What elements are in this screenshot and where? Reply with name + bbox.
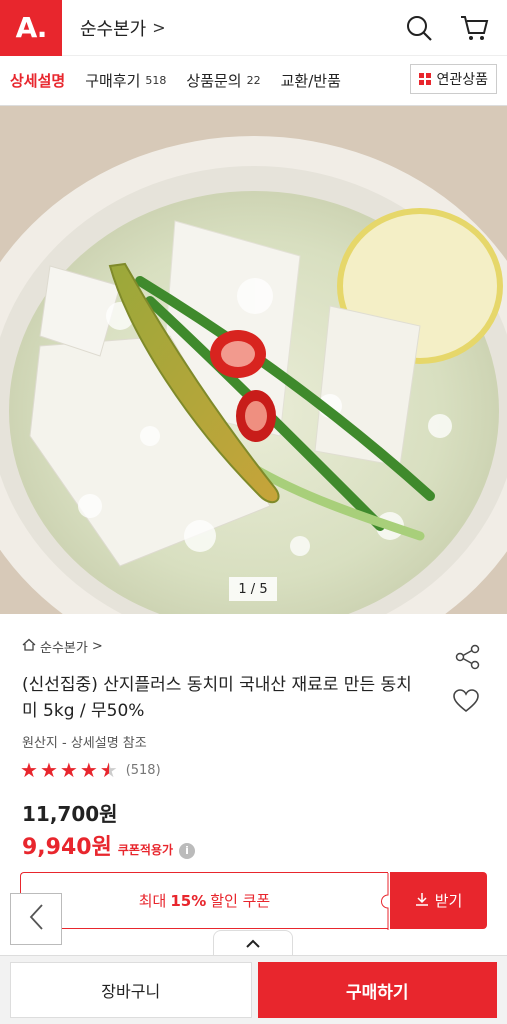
coupon-applied-label: 쿠폰적용가 — [117, 843, 174, 857]
coupon-notch — [381, 873, 389, 930]
top-header: A. 순수본가 > — [0, 0, 507, 56]
share-icon[interactable] — [455, 644, 481, 674]
star-icon: ★ — [79, 758, 98, 782]
chevron-right-icon: > — [91, 639, 103, 654]
info-icon[interactable]: i — [179, 842, 196, 859]
image-page-indicator: 1 / 5 — [229, 577, 277, 601]
coupon-prefix: 최대 — [138, 892, 167, 910]
chevron-left-icon — [28, 903, 44, 935]
home-icon — [22, 638, 36, 655]
tab-label: 상세설명 — [10, 72, 66, 90]
bottom-action-bar: 장바구니 구매하기 — [0, 955, 507, 1024]
app-logo[interactable]: A. — [0, 0, 62, 56]
star-icon: ★ — [59, 758, 78, 782]
store-name: 순수본가 — [80, 18, 147, 40]
coupon-banner[interactable]: 최대 15% 할인 쿠폰 — [20, 872, 389, 930]
cart-icon[interactable] — [459, 14, 489, 42]
coupon-suffix: 할인 쿠폰 — [210, 892, 271, 910]
chevron-right-icon: > — [152, 18, 166, 37]
expand-handle[interactable] — [213, 930, 293, 956]
tab-count: 518 — [145, 74, 167, 87]
rating-stars[interactable]: ★ ★ ★ ★ ★ (518) — [20, 760, 161, 780]
sale-price-row: 9,940원 쿠폰적용가 i — [22, 829, 196, 861]
sale-price: 9,940원 — [22, 835, 112, 860]
tab-label: 상품문의 — [186, 72, 242, 90]
star-icon: ★ — [20, 758, 38, 782]
origin-info: 원산지 - 상세설명 참조 — [22, 736, 147, 751]
tab-label: 교환/반품 — [280, 72, 341, 90]
tab-exchange-return[interactable]: 교환/반품 — [271, 56, 351, 105]
grid-icon — [419, 73, 432, 85]
coupon-percent: 15% — [170, 891, 207, 910]
coupon-get-label: 받기 — [434, 892, 463, 910]
tab-label: 구매후기 — [85, 72, 141, 90]
breadcrumb[interactable]: 순수본가 > — [22, 637, 103, 656]
chevron-up-icon — [245, 934, 261, 953]
product-image-carousel[interactable] — [0, 106, 507, 614]
related-products-button[interactable]: 연관상품 — [410, 64, 497, 94]
heart-icon[interactable] — [453, 689, 479, 717]
half-star-icon: ★ — [99, 758, 118, 782]
related-products-label: 연관상품 — [436, 72, 488, 88]
product-title: (신선집중) 산지플러스 동치미 국내산 재료로 만든 동치미 5kg / 무5… — [22, 675, 412, 721]
original-price: 11,700원 — [22, 802, 118, 826]
coupon-bar: 최대 15% 할인 쿠폰 받기 — [20, 872, 487, 930]
store-title-link[interactable]: 순수본가 > — [80, 15, 166, 41]
tab-inquiries[interactable]: 상품문의 22 — [176, 56, 270, 105]
coupon-download-button[interactable]: 받기 — [390, 872, 487, 929]
review-count: (518) — [125, 762, 161, 778]
add-to-cart-button[interactable]: 장바구니 — [10, 962, 252, 1018]
star-icon: ★ — [39, 758, 58, 782]
tab-count: 22 — [246, 74, 261, 87]
download-icon — [415, 892, 429, 910]
back-button[interactable] — [10, 893, 62, 945]
buy-now-button[interactable]: 구매하기 — [257, 962, 497, 1018]
search-icon[interactable] — [405, 14, 433, 42]
breadcrumb-store: 순수본가 — [40, 641, 88, 656]
tab-details[interactable]: 상세설명 — [0, 56, 75, 105]
tab-reviews[interactable]: 구매후기 518 — [75, 56, 176, 105]
